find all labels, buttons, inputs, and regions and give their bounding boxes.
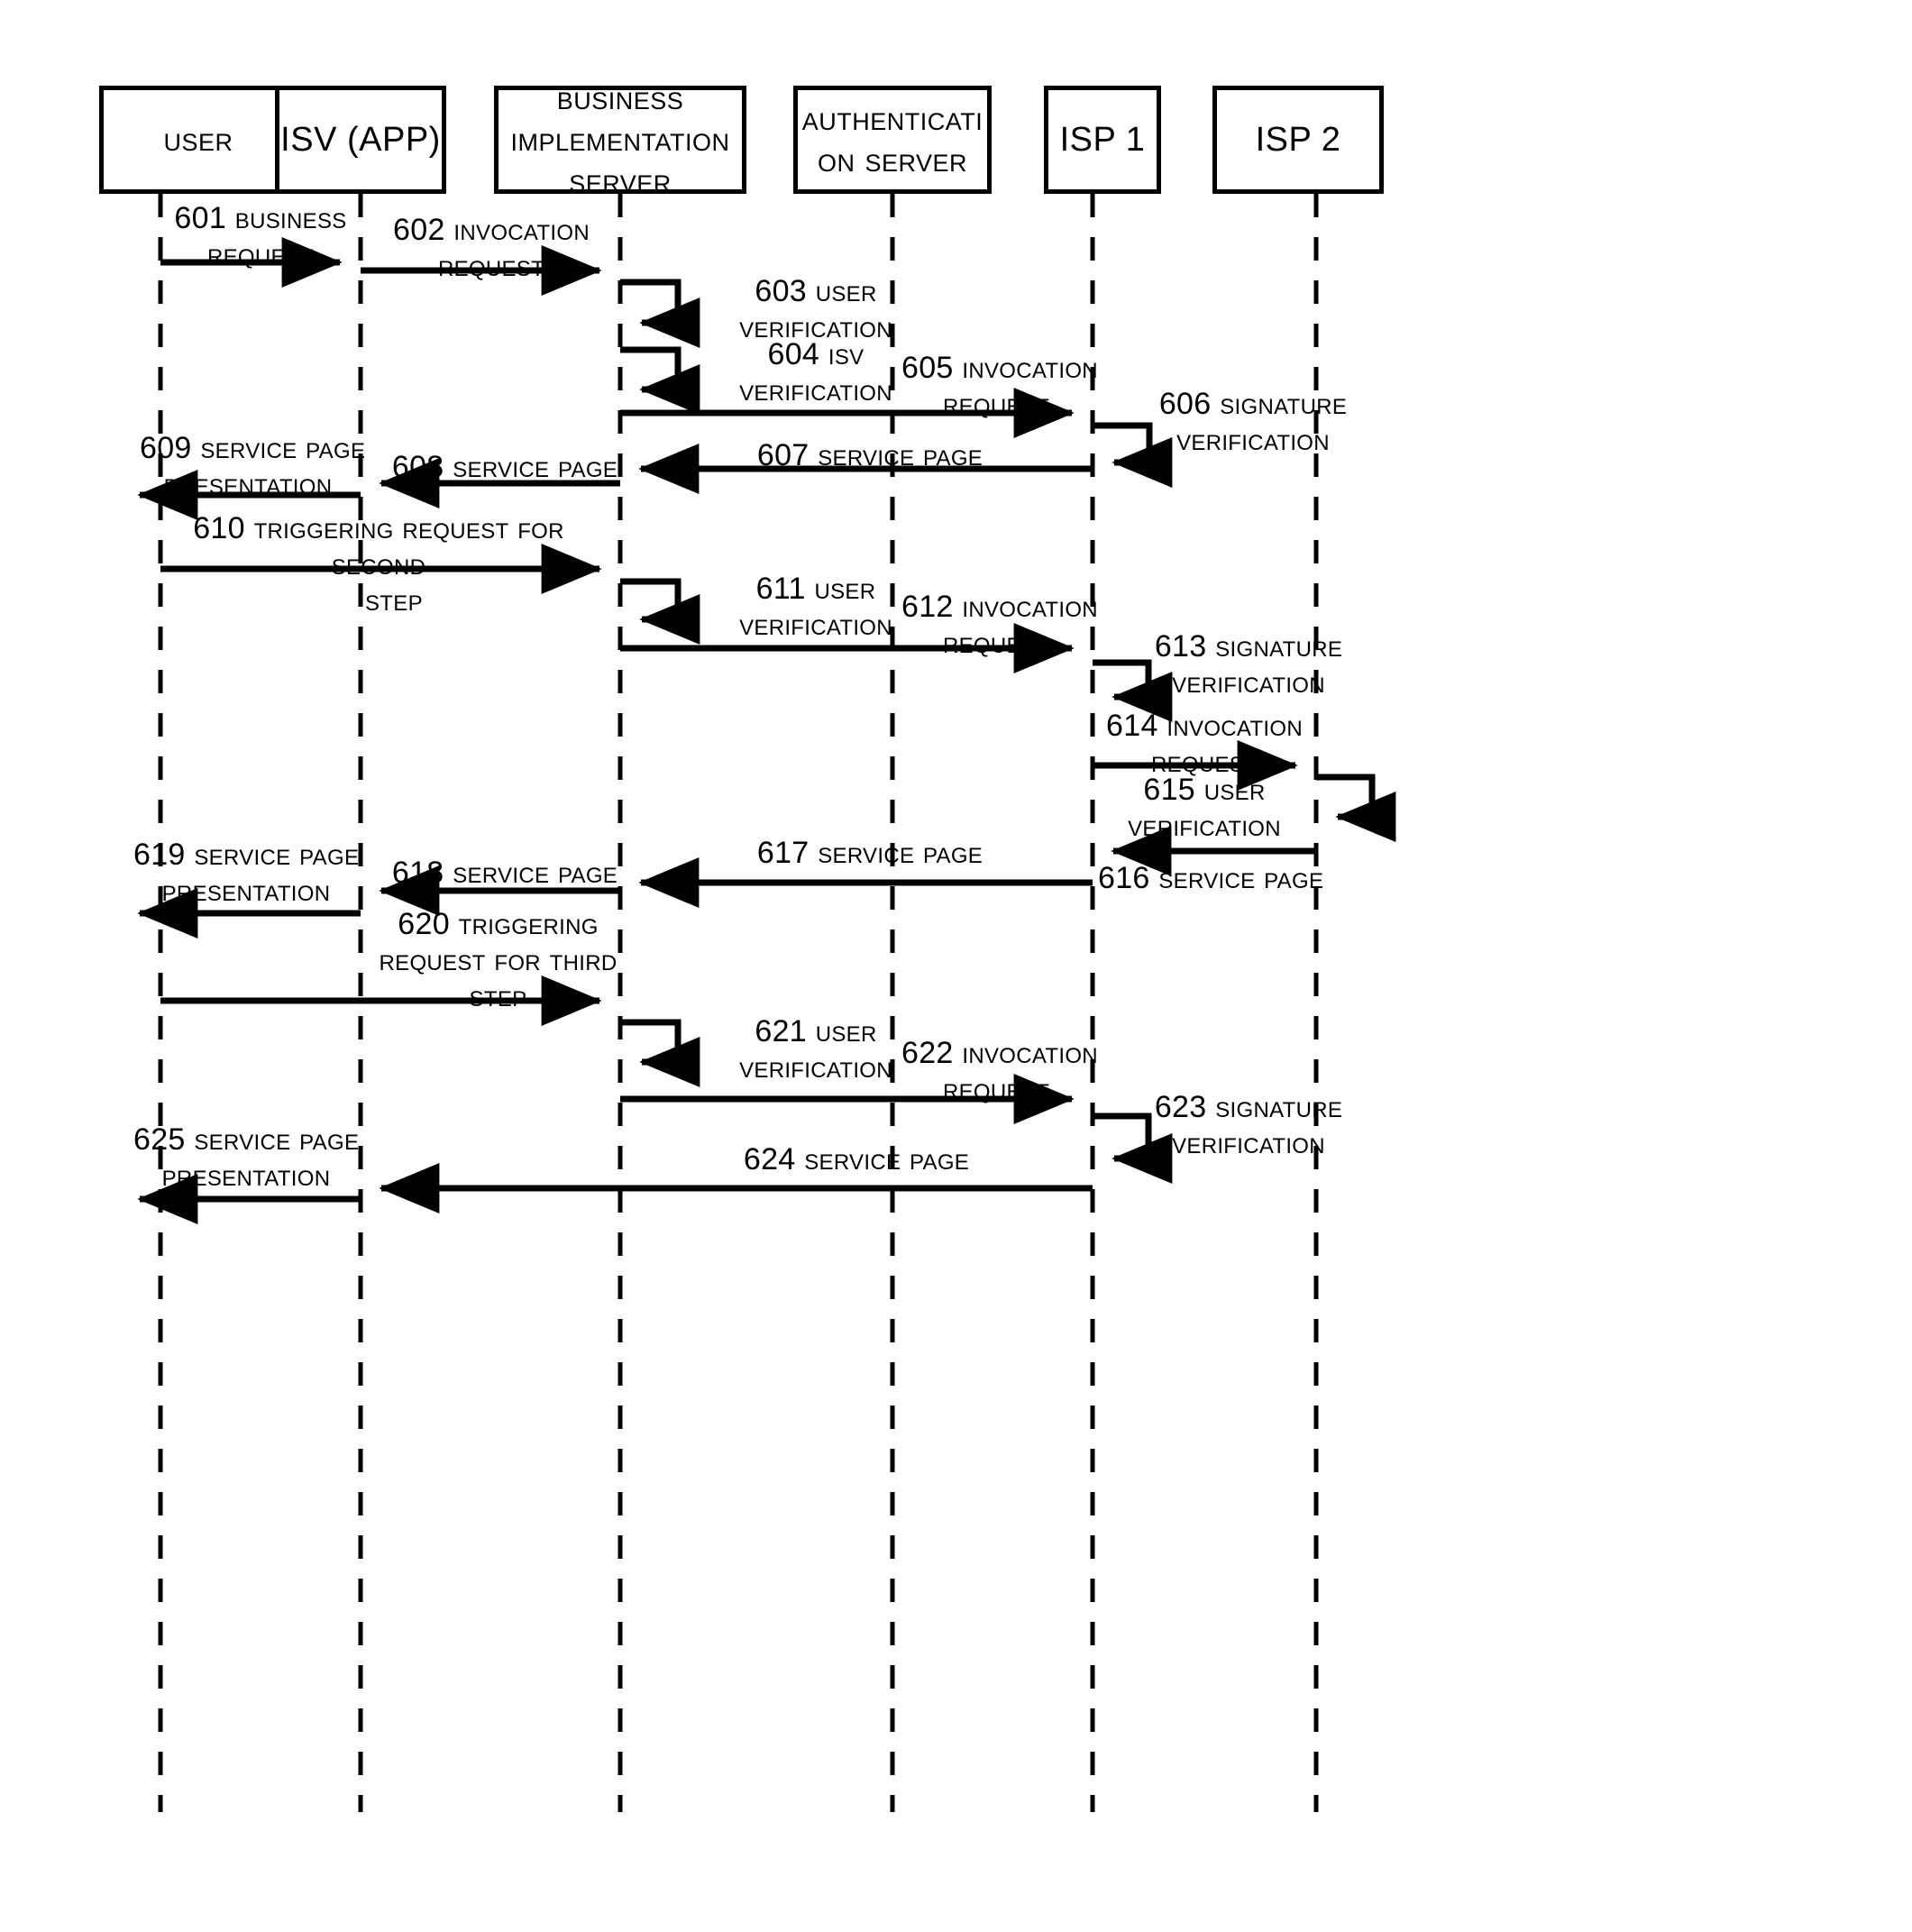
message-label-601-line1: 601 Business xyxy=(174,201,347,235)
message-label-622: 622 Invocation Request xyxy=(901,1035,1098,1107)
message-label-613-line1: 613 Signature xyxy=(1154,629,1343,664)
actor-label-isp2: ISP 2 xyxy=(1255,121,1341,159)
message-label-612-line1: 612 Invocation xyxy=(901,590,1098,624)
message-label-622-line2: Request xyxy=(942,1072,1050,1106)
message-label-620: 620 Triggering request for third step xyxy=(370,906,627,1014)
message-label-607-line1: 607 Service Page xyxy=(756,438,983,472)
message-label-619: 619 Service Page Presentation xyxy=(133,837,359,909)
actor-label-isp1: ISP 1 xyxy=(1059,121,1146,159)
message-label-624: 624 Service Page xyxy=(631,1141,1082,1177)
message-label-610: 610 Triggering request for second step xyxy=(149,510,608,618)
actor-box-isp2: ISP 2 xyxy=(1212,86,1384,194)
message-label-612: 612 Invocation Request xyxy=(901,589,1098,661)
arrow-603 xyxy=(620,279,700,348)
actor-box-business-implementation-server: Business Implementation Server xyxy=(494,79,746,200)
message-label-619-line1: 619 Service Page xyxy=(133,838,360,872)
actor-label-auth-line2: on Server xyxy=(817,142,968,179)
actor-box-isp1: ISP 1 xyxy=(1044,86,1161,194)
message-label-604-line2: Verification xyxy=(739,373,892,407)
message-label-615: 615 User Verification xyxy=(1093,772,1316,844)
message-label-605: 605 Invocation Request xyxy=(901,350,1098,422)
sequence-diagram-canvas: User ISV (APP) Business Implementation S… xyxy=(0,0,1912,1932)
message-label-623: 623 Signature Verification xyxy=(1127,1089,1370,1161)
message-label-609-line2: Presentation xyxy=(163,467,333,501)
actor-label-bis-line2: Implementation xyxy=(510,121,730,159)
message-label-611-line1: 611 User xyxy=(755,572,876,606)
message-label-618-line1: 618 Service Page xyxy=(391,856,618,890)
message-label-608: 608 Service Page xyxy=(388,449,622,485)
message-label-616-line1: 616 Service Page xyxy=(1098,861,1324,895)
arrow-611 xyxy=(620,578,700,645)
message-label-610-line2: step xyxy=(365,583,423,618)
message-label-611: 611 User Verification xyxy=(699,571,933,643)
message-label-607: 607 Service Page xyxy=(645,437,1095,473)
actor-box-user: User xyxy=(99,86,297,194)
message-label-601-line2: Request xyxy=(206,237,315,271)
actor-label-user: User xyxy=(163,121,233,159)
arrow-615 xyxy=(1316,774,1396,842)
message-label-603-line1: 603 User xyxy=(755,274,877,308)
message-label-610-line1: 610 Triggering request for second xyxy=(193,511,564,581)
actor-label-bis-line3: Server xyxy=(569,162,672,200)
actor-label-bis-line1: Business xyxy=(556,79,684,117)
message-label-621: 621 User Verification xyxy=(699,1013,933,1085)
actor-label-isv: ISV (APP) xyxy=(280,121,441,159)
message-label-616: 616 Service Page xyxy=(1098,860,1324,896)
message-label-614: 614 Invocation Request xyxy=(1093,708,1316,780)
message-label-618: 618 Service Page xyxy=(388,855,622,891)
message-label-620-line2: request for third xyxy=(379,943,618,977)
message-label-612-line2: Request xyxy=(942,626,1050,660)
message-label-615-line2: Verification xyxy=(1128,809,1281,843)
message-label-619-line2: Presentation xyxy=(161,874,331,908)
message-label-614-line1: 614 Invocation xyxy=(1106,709,1303,743)
message-label-606: 606 Signature Verification xyxy=(1131,386,1375,458)
message-label-617: 617 Service Page xyxy=(645,835,1095,871)
message-label-617-line1: 617 Service Page xyxy=(756,836,983,870)
message-label-601: 601 Business Request xyxy=(160,200,361,272)
message-label-620-line1: 620 Triggering xyxy=(398,907,599,941)
actor-label-auth-line1: Authenticati xyxy=(801,100,983,138)
message-label-615-line1: 615 User xyxy=(1143,773,1266,807)
actor-box-isv: ISV (APP) xyxy=(275,86,446,194)
message-label-613-line2: Verification xyxy=(1172,665,1325,700)
message-label-611-line2: Verification xyxy=(739,608,892,642)
message-label-603: 603 User Verification xyxy=(699,273,933,345)
message-label-624-line1: 624 Service Page xyxy=(743,1142,970,1177)
message-label-625-line2: Presentation xyxy=(161,1158,331,1193)
message-label-605-line1: 605 Invocation xyxy=(901,351,1098,385)
message-label-608-line1: 608 Service Page xyxy=(391,450,618,484)
message-label-609-line1: 609 Service Page xyxy=(140,431,366,465)
arrow-604 xyxy=(620,346,700,415)
message-label-604-line1: 604 ISV xyxy=(767,337,865,371)
message-label-621-line1: 621 User xyxy=(755,1014,877,1048)
message-label-625-line1: 625 Service Page xyxy=(133,1122,360,1157)
message-label-604: 604 ISV Verification xyxy=(699,336,933,408)
message-label-602-line1: 602 Invocation xyxy=(393,213,590,247)
message-label-606-line2: Verification xyxy=(1176,423,1330,457)
message-label-623-line2: Verification xyxy=(1172,1126,1325,1160)
actor-box-authentication-server: Authenticati on Server xyxy=(793,86,992,194)
message-label-602: 602 Invocation Request xyxy=(370,212,613,284)
message-label-622-line1: 622 Invocation xyxy=(901,1036,1098,1070)
arrow-621 xyxy=(620,1019,700,1087)
message-label-613: 613 Signature Verification xyxy=(1127,628,1370,700)
message-label-609: 609 Service Page Presentation xyxy=(140,430,366,502)
message-label-605-line2: Request xyxy=(942,387,1050,421)
message-label-625: 625 Service Page Presentation xyxy=(133,1122,359,1194)
message-label-620-line3: step xyxy=(469,979,527,1013)
message-label-623-line1: 623 Signature xyxy=(1154,1090,1343,1124)
message-label-621-line2: Verification xyxy=(739,1050,892,1085)
message-label-606-line1: 606 Signature xyxy=(1158,387,1348,421)
message-label-602-line2: Request xyxy=(437,249,545,283)
diagram-vector-layer xyxy=(137,194,1396,1812)
